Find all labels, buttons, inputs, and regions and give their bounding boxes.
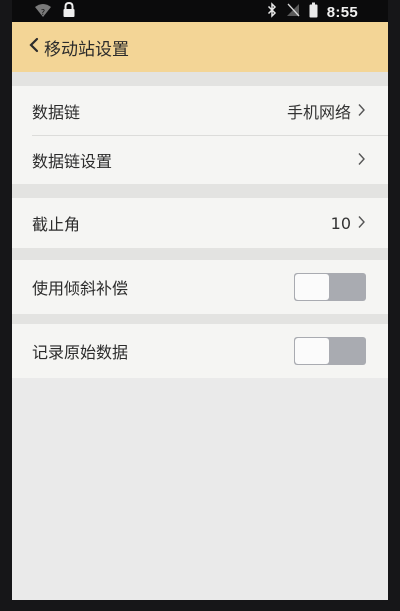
battery-icon: [309, 2, 318, 22]
app-toolbar: 移动站设置: [12, 22, 388, 72]
section-gap: [12, 314, 388, 324]
status-bar: ? 8:55: [12, 0, 388, 22]
section-gap: [12, 184, 388, 198]
bluetooth-icon: [267, 2, 277, 22]
chevron-right-icon: [357, 214, 366, 233]
data-link-settings-label: 数据链设置: [32, 152, 113, 171]
record-raw-data-toggle[interactable]: [294, 337, 366, 365]
status-bar-right: 8:55: [267, 2, 358, 22]
tilt-compensation-label: 使用倾斜补偿: [32, 279, 129, 298]
record-raw-data-label: 记录原始数据: [32, 343, 129, 362]
wifi-question-icon: ?: [34, 2, 52, 22]
data-link-value: 手机网络: [286, 103, 351, 122]
section-gap: [12, 72, 388, 86]
data-link-settings-row[interactable]: 数据链设置: [12, 136, 388, 184]
lock-icon: [62, 1, 76, 22]
data-link-row[interactable]: 数据链 手机网络: [12, 86, 388, 136]
tilt-compensation-toggle[interactable]: [294, 273, 366, 301]
toggle-knob: [295, 274, 329, 300]
cutoff-angle-row[interactable]: 截止角 10: [12, 198, 388, 248]
phone-screen: ? 8:55 移动站设置 数据链 手机网络 数据链设置 截止角 10 使用倾斜补…: [12, 0, 388, 600]
tilt-compensation-row: 使用倾斜补偿: [12, 260, 388, 314]
empty-content-area: [12, 378, 388, 600]
data-link-label: 数据链: [32, 103, 81, 122]
cutoff-angle-value: 10: [330, 213, 351, 233]
no-signal-icon: [286, 2, 300, 22]
back-button[interactable]: 移动站设置: [28, 35, 129, 60]
device-frame: ? 8:55 移动站设置 数据链 手机网络 数据链设置 截止角 10 使用倾斜补…: [0, 0, 400, 611]
chevron-left-icon: [28, 36, 44, 58]
chevron-right-icon: [357, 151, 366, 170]
svg-text:?: ?: [41, 8, 45, 17]
page-title: 移动站设置: [44, 39, 129, 60]
cutoff-angle-label: 截止角: [32, 215, 81, 234]
record-raw-data-row: 记录原始数据: [12, 324, 388, 378]
section-gap: [12, 248, 388, 260]
status-bar-time: 8:55: [326, 3, 358, 21]
toggle-knob: [295, 338, 329, 364]
status-bar-left: ?: [34, 1, 76, 22]
chevron-right-icon: [357, 102, 366, 121]
